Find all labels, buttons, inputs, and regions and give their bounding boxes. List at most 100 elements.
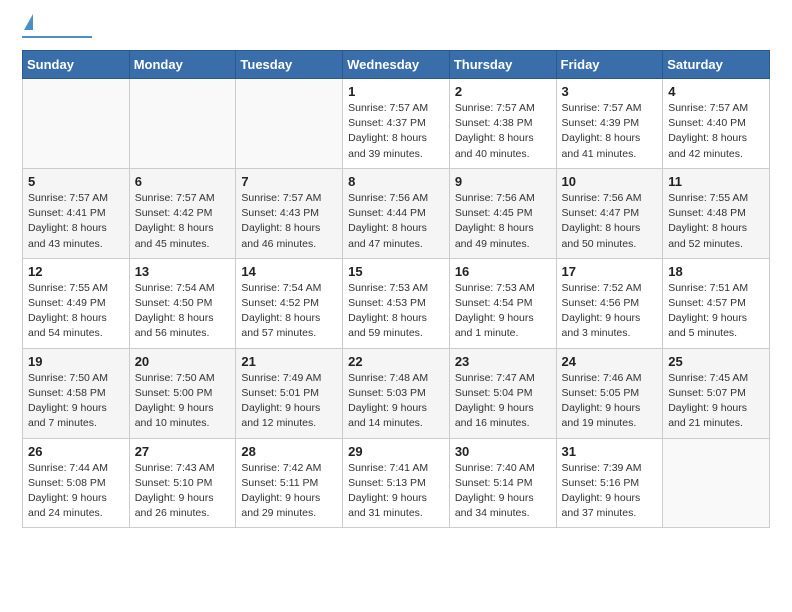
day-number: 14 bbox=[241, 264, 337, 279]
day-number: 28 bbox=[241, 444, 337, 459]
calendar-cell: 1Sunrise: 7:57 AMSunset: 4:37 PMDaylight… bbox=[343, 79, 450, 169]
calendar-cell: 15 Sunrise: 7:53 AMSunset: 4:53 PMDayligh… bbox=[343, 258, 450, 348]
calendar-cell: 31 Sunrise: 7:39 AMSunset: 5:16 PMDayligh… bbox=[556, 438, 663, 528]
day-info: Sunrise: 7:52 AMSunset: 4:56 PMDaylight:… bbox=[562, 281, 658, 342]
col-header-tuesday: Tuesday bbox=[236, 51, 343, 79]
day-info: Sunrise: 7:57 AMSunset: 4:42 PMDaylight:… bbox=[135, 191, 231, 252]
day-number: 21 bbox=[241, 354, 337, 369]
day-number: 16 bbox=[455, 264, 551, 279]
day-info: Sunrise: 7:56 AMSunset: 4:44 PMDaylight:… bbox=[348, 191, 444, 252]
calendar-cell: 26 Sunrise: 7:44 AMSunset: 5:08 PMDayligh… bbox=[23, 438, 130, 528]
calendar-cell bbox=[129, 79, 236, 169]
day-number: 26 bbox=[28, 444, 124, 459]
day-number: 6 bbox=[135, 174, 231, 189]
header bbox=[22, 18, 770, 38]
calendar-cell: 24 Sunrise: 7:46 AMSunset: 5:05 PMDayligh… bbox=[556, 348, 663, 438]
calendar-cell: 23 Sunrise: 7:47 AMSunset: 5:04 PMDayligh… bbox=[449, 348, 556, 438]
day-number: 3 bbox=[562, 84, 658, 99]
day-number: 24 bbox=[562, 354, 658, 369]
day-info: Sunrise: 7:43 AMSunset: 5:10 PMDaylight:… bbox=[135, 461, 231, 522]
day-number: 9 bbox=[455, 174, 551, 189]
day-info: Sunrise: 7:53 AMSunset: 4:53 PMDaylight:… bbox=[348, 281, 444, 342]
day-number: 7 bbox=[241, 174, 337, 189]
calendar-cell: 28 Sunrise: 7:42 AMSunset: 5:11 PMDayligh… bbox=[236, 438, 343, 528]
calendar-cell: 17 Sunrise: 7:52 AMSunset: 4:56 PMDayligh… bbox=[556, 258, 663, 348]
calendar-cell: 8 Sunrise: 7:56 AMSunset: 4:44 PMDaylight… bbox=[343, 168, 450, 258]
day-info: Sunrise: 7:57 AMSunset: 4:43 PMDaylight:… bbox=[241, 191, 337, 252]
day-number: 31 bbox=[562, 444, 658, 459]
calendar-cell: 20 Sunrise: 7:50 AMSunset: 5:00 PMDayligh… bbox=[129, 348, 236, 438]
calendar-week-1: 1Sunrise: 7:57 AMSunset: 4:37 PMDaylight… bbox=[23, 79, 770, 169]
day-info: Sunrise: 7:54 AMSunset: 4:50 PMDaylight:… bbox=[135, 281, 231, 342]
calendar-table: SundayMondayTuesdayWednesdayThursdayFrid… bbox=[22, 50, 770, 528]
calendar-cell: 18 Sunrise: 7:51 AMSunset: 4:57 PMDayligh… bbox=[663, 258, 770, 348]
calendar-cell: 30 Sunrise: 7:40 AMSunset: 5:14 PMDayligh… bbox=[449, 438, 556, 528]
day-info: Sunrise: 7:46 AMSunset: 5:05 PMDaylight:… bbox=[562, 371, 658, 432]
calendar-cell bbox=[236, 79, 343, 169]
day-info: Sunrise: 7:57 AMSunset: 4:38 PMDaylight:… bbox=[455, 101, 551, 162]
calendar-cell: 29Sunrise: 7:41 AMSunset: 5:13 PMDayligh… bbox=[343, 438, 450, 528]
col-header-thursday: Thursday bbox=[449, 51, 556, 79]
calendar-cell: 16 Sunrise: 7:53 AMSunset: 4:54 PMDayligh… bbox=[449, 258, 556, 348]
calendar-week-4: 19 Sunrise: 7:50 AMSunset: 4:58 PMDayligh… bbox=[23, 348, 770, 438]
day-number: 4 bbox=[668, 84, 764, 99]
day-info: Sunrise: 7:44 AMSunset: 5:08 PMDaylight:… bbox=[28, 461, 124, 522]
day-info: Sunrise: 7:39 AMSunset: 5:16 PMDaylight:… bbox=[562, 461, 658, 522]
calendar-week-5: 26 Sunrise: 7:44 AMSunset: 5:08 PMDayligh… bbox=[23, 438, 770, 528]
day-info: Sunrise: 7:50 AMSunset: 4:58 PMDaylight:… bbox=[28, 371, 124, 432]
day-info: Sunrise: 7:57 AMSunset: 4:40 PMDaylight:… bbox=[668, 101, 764, 162]
day-number: 17 bbox=[562, 264, 658, 279]
calendar-cell: 4 Sunrise: 7:57 AMSunset: 4:40 PMDaylight… bbox=[663, 79, 770, 169]
day-number: 20 bbox=[135, 354, 231, 369]
day-info: Sunrise: 7:49 AMSunset: 5:01 PMDaylight:… bbox=[241, 371, 337, 432]
day-number: 27 bbox=[135, 444, 231, 459]
calendar-week-2: 5Sunrise: 7:57 AMSunset: 4:41 PMDaylight… bbox=[23, 168, 770, 258]
calendar-cell: 12Sunrise: 7:55 AMSunset: 4:49 PMDayligh… bbox=[23, 258, 130, 348]
col-header-wednesday: Wednesday bbox=[343, 51, 450, 79]
day-number: 2 bbox=[455, 84, 551, 99]
calendar-cell: 11Sunrise: 7:55 AMSunset: 4:48 PMDayligh… bbox=[663, 168, 770, 258]
day-number: 29 bbox=[348, 444, 444, 459]
day-info: Sunrise: 7:53 AMSunset: 4:54 PMDaylight:… bbox=[455, 281, 551, 342]
day-number: 19 bbox=[28, 354, 124, 369]
calendar-cell: 3Sunrise: 7:57 AMSunset: 4:39 PMDaylight… bbox=[556, 79, 663, 169]
day-info: Sunrise: 7:54 AMSunset: 4:52 PMDaylight:… bbox=[241, 281, 337, 342]
day-info: Sunrise: 7:56 AMSunset: 4:47 PMDaylight:… bbox=[562, 191, 658, 252]
day-info: Sunrise: 7:42 AMSunset: 5:11 PMDaylight:… bbox=[241, 461, 337, 522]
calendar-header-row: SundayMondayTuesdayWednesdayThursdayFrid… bbox=[23, 51, 770, 79]
calendar-cell bbox=[663, 438, 770, 528]
day-info: Sunrise: 7:47 AMSunset: 5:04 PMDaylight:… bbox=[455, 371, 551, 432]
calendar-cell: 7 Sunrise: 7:57 AMSunset: 4:43 PMDaylight… bbox=[236, 168, 343, 258]
day-info: Sunrise: 7:50 AMSunset: 5:00 PMDaylight:… bbox=[135, 371, 231, 432]
day-number: 13 bbox=[135, 264, 231, 279]
day-number: 18 bbox=[668, 264, 764, 279]
day-info: Sunrise: 7:51 AMSunset: 4:57 PMDaylight:… bbox=[668, 281, 764, 342]
calendar-cell: 14 Sunrise: 7:54 AMSunset: 4:52 PMDayligh… bbox=[236, 258, 343, 348]
calendar-cell bbox=[23, 79, 130, 169]
calendar-cell: 13 Sunrise: 7:54 AMSunset: 4:50 PMDayligh… bbox=[129, 258, 236, 348]
day-number: 23 bbox=[455, 354, 551, 369]
calendar-cell: 27 Sunrise: 7:43 AMSunset: 5:10 PMDayligh… bbox=[129, 438, 236, 528]
day-info: Sunrise: 7:57 AMSunset: 4:41 PMDaylight:… bbox=[28, 191, 124, 252]
day-number: 1 bbox=[348, 84, 444, 99]
calendar-cell: 21 Sunrise: 7:49 AMSunset: 5:01 PMDayligh… bbox=[236, 348, 343, 438]
calendar-cell: 19 Sunrise: 7:50 AMSunset: 4:58 PMDayligh… bbox=[23, 348, 130, 438]
day-info: Sunrise: 7:40 AMSunset: 5:14 PMDaylight:… bbox=[455, 461, 551, 522]
day-info: Sunrise: 7:55 AMSunset: 4:49 PMDaylight:… bbox=[28, 281, 124, 342]
day-number: 30 bbox=[455, 444, 551, 459]
day-info: Sunrise: 7:48 AMSunset: 5:03 PMDaylight:… bbox=[348, 371, 444, 432]
calendar-cell: 9 Sunrise: 7:56 AMSunset: 4:45 PMDaylight… bbox=[449, 168, 556, 258]
logo-underline bbox=[22, 36, 92, 38]
calendar-cell: 10Sunrise: 7:56 AMSunset: 4:47 PMDayligh… bbox=[556, 168, 663, 258]
col-header-friday: Friday bbox=[556, 51, 663, 79]
calendar-cell: 2 Sunrise: 7:57 AMSunset: 4:38 PMDaylight… bbox=[449, 79, 556, 169]
calendar-week-3: 12Sunrise: 7:55 AMSunset: 4:49 PMDayligh… bbox=[23, 258, 770, 348]
day-number: 15 bbox=[348, 264, 444, 279]
day-number: 8 bbox=[348, 174, 444, 189]
day-info: Sunrise: 7:56 AMSunset: 4:45 PMDaylight:… bbox=[455, 191, 551, 252]
col-header-monday: Monday bbox=[129, 51, 236, 79]
day-number: 11 bbox=[668, 174, 764, 189]
day-number: 25 bbox=[668, 354, 764, 369]
col-header-saturday: Saturday bbox=[663, 51, 770, 79]
calendar-cell: 6 Sunrise: 7:57 AMSunset: 4:42 PMDaylight… bbox=[129, 168, 236, 258]
